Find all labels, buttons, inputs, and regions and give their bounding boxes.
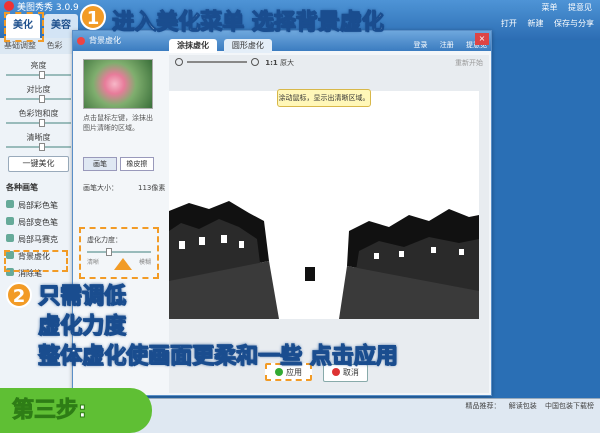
step1-number: 1: [80, 4, 106, 30]
usage-hint: 点击鼠标左键，涂抹出图片清晰的区域。: [83, 114, 153, 132]
dialog-title: 背景虚化: [89, 36, 121, 45]
zoom-out-icon[interactable]: [175, 58, 183, 66]
original-size[interactable]: 原大: [280, 59, 294, 67]
zoom-ratio[interactable]: 1:1: [265, 59, 278, 67]
one-key-beautify-button[interactable]: 一键美化: [8, 156, 69, 172]
sharpness-slider[interactable]: 清晰度: [4, 132, 73, 151]
step2-caption-line3: 整体虚化使画面更柔和一些 点击应用: [38, 344, 399, 370]
arrow-up-icon: [114, 258, 132, 270]
blur-strength-control: 虚化力度： 清晰 模糊: [79, 227, 159, 279]
brightness-slider[interactable]: 亮度: [4, 60, 73, 79]
slider-handle[interactable]: [38, 71, 45, 79]
water-town-illustration: [169, 91, 479, 319]
slider-handle[interactable]: [106, 248, 113, 256]
feedback-link[interactable]: 提意见: [568, 3, 592, 12]
strength-slider[interactable]: [87, 248, 151, 256]
slider-handle[interactable]: [38, 95, 45, 103]
register-link[interactable]: 注册: [440, 41, 454, 49]
step2-caption-line2: 虚化力度: [37, 314, 127, 340]
preview-thumbnail: [83, 59, 153, 109]
status-label: 精品推荐：: [465, 402, 501, 410]
brush-icon: [6, 234, 14, 242]
login-link[interactable]: 登录: [414, 41, 428, 49]
open-button[interactable]: 打开: [501, 18, 517, 29]
photo-canvas[interactable]: [169, 91, 479, 319]
strength-label: 虚化力度：: [87, 236, 122, 244]
app-right-menu: 菜单 提意见: [533, 2, 592, 13]
brush-size-label: 画笔大小：: [83, 184, 118, 192]
sub-tab-color[interactable]: 色彩: [47, 41, 63, 50]
brush-size-value: 113像素: [138, 184, 166, 192]
highlight-background-blur: [4, 250, 68, 272]
slider-handle[interactable]: [38, 119, 45, 127]
strength-max: 模糊: [138, 259, 151, 266]
highlight-beautify-tab: [4, 12, 44, 42]
new-button[interactable]: 新建: [527, 18, 543, 29]
brush-icon: [6, 217, 14, 225]
menu-link[interactable]: 菜单: [541, 3, 557, 12]
tab-smear-blur[interactable]: 涂抹虚化: [169, 39, 217, 53]
app-actions: 打开 新建 保存与分享: [493, 18, 594, 29]
slider-handle[interactable]: [38, 143, 45, 151]
brush-mode-button[interactable]: 画笔: [83, 157, 117, 171]
brush-item-partial-color[interactable]: 局部彩色笔: [0, 197, 77, 214]
eraser-mode-button[interactable]: 橡皮擦: [119, 157, 154, 171]
step2-number: 2: [6, 282, 32, 308]
zoom-slider[interactable]: [187, 61, 247, 63]
brush-icon: [6, 200, 14, 208]
sub-tab-basic[interactable]: 基础调整: [4, 41, 36, 50]
saturation-slider[interactable]: 色彩饱和度: [4, 108, 73, 127]
mode-toggle: 画笔 橡皮擦: [83, 157, 157, 171]
status-link[interactable]: 解读包装: [509, 402, 537, 410]
strength-min: 清晰: [87, 259, 100, 266]
step1-caption: 进入美化菜单 选择背景虚化: [112, 10, 385, 36]
step2-caption-line1: 只需调低: [37, 284, 127, 310]
dialog-tabs: 涂抹虚化 圆形虚化: [169, 39, 276, 53]
tab-circle-blur[interactable]: 圆形虚化: [223, 39, 272, 53]
brush-item-partial-recolor[interactable]: 局部变色笔: [0, 214, 77, 231]
zoom-toolbar: 1:1 原大 重新开始: [169, 55, 489, 71]
contrast-slider[interactable]: 对比度: [4, 84, 73, 103]
tooltip: 涂动鼠标，显示出清晰区域。: [277, 89, 371, 107]
brush-item-mosaic[interactable]: 局部马赛克: [0, 231, 77, 248]
dialog-logo-icon: [77, 37, 85, 45]
status-link[interactable]: 中国包装下载榜: [545, 402, 594, 410]
dialog-close-button[interactable]: ×: [475, 33, 489, 45]
brush-section-title: 各种画笔: [6, 183, 38, 192]
status-links: 精品推荐： 解读包装 中国包装下载榜: [460, 401, 594, 411]
zoom-in-icon[interactable]: [251, 58, 259, 66]
save-share-button[interactable]: 保存与分享: [554, 18, 594, 29]
brush-size: 画笔大小： 113像素: [77, 177, 166, 199]
app-logo-icon: [4, 1, 14, 11]
adjust-sliders: 亮度 对比度 色彩饱和度 清晰度: [0, 54, 77, 151]
step-badge: 第三步:: [0, 388, 152, 433]
restart-button[interactable]: 重新开始: [455, 55, 483, 71]
